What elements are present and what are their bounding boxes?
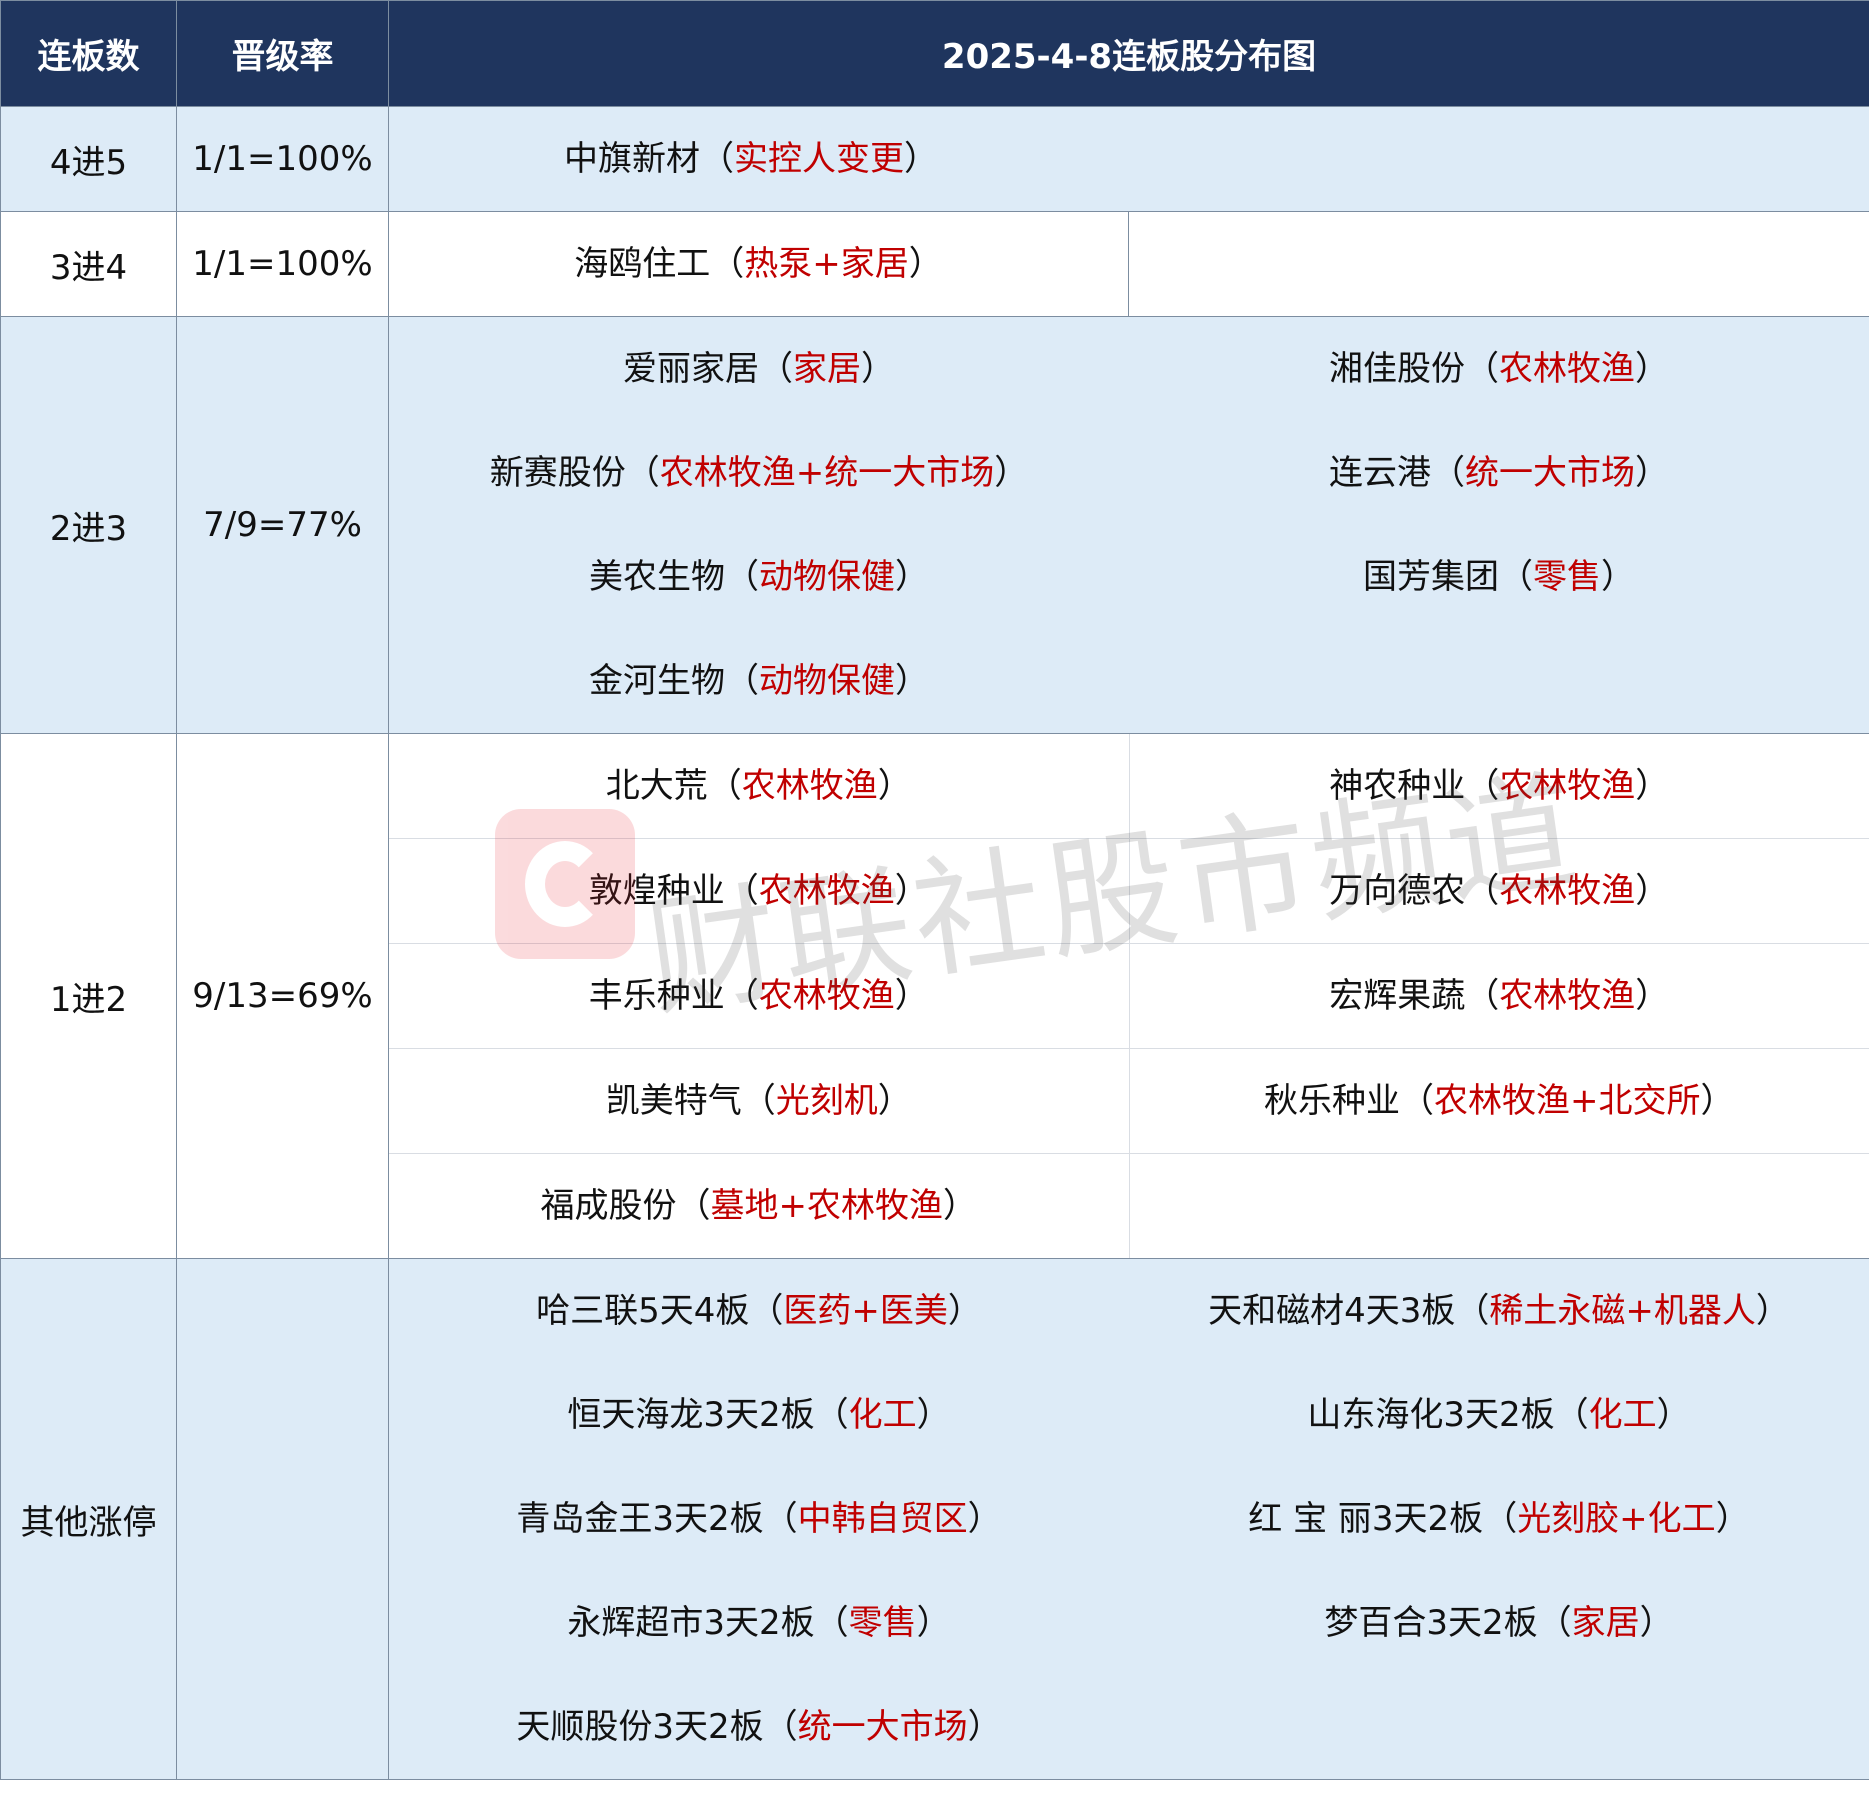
header-rate: 晋级率 xyxy=(176,0,389,107)
bracket-close: ） xyxy=(904,139,938,179)
stock-item: 红 宝 丽3天2板（光刻胶+化工） xyxy=(1248,1499,1750,1539)
bracket-open: （ xyxy=(700,139,734,179)
stock-item: 天和磁材4天3板（稀土永磁+机器人） xyxy=(1208,1291,1790,1331)
stock-item: 美农生物（动物保健） xyxy=(589,557,929,597)
stock-item: 国芳集团（零售） xyxy=(1363,557,1635,597)
stock-name: 中旗新材 xyxy=(564,139,700,179)
stock-item: 凯美特气（光刻机） xyxy=(605,1081,912,1121)
stock-item: 海鸥住工（热泵+家居） xyxy=(574,244,943,284)
stock-item: 爱丽家居（家居） xyxy=(623,349,895,389)
stock-item: 中旗新材（实控人变更） xyxy=(564,139,938,179)
stock-item: 恒天海龙3天2板（化工） xyxy=(567,1395,951,1435)
row-2to3: 2进3 7/9=77% 爱丽家居（家居） 新赛股份（农林牧渔+统一大市场） 美农… xyxy=(0,316,1869,734)
rate-cell: 1/1=100% xyxy=(176,211,389,317)
row-4to5: 4进5 1/1=100% 中旗新材（实控人变更） xyxy=(0,106,1869,212)
stock-item: 北大荒（农林牧渔） xyxy=(605,766,912,806)
level-cell: 1进2 xyxy=(0,733,177,1259)
stock-item: 福成股份（墓地+农林牧渔） xyxy=(540,1186,978,1226)
stock-item: 新赛股份（农林牧渔+统一大市场） xyxy=(489,453,1029,493)
limit-up-board-table: 连板数 晋级率 2025-4-8连板股分布图 4进5 1/1=100% 中旗新材… xyxy=(0,0,1869,1780)
stocks-cell: 哈三联5天4板（医药+医美） 恒天海龙3天2板（化工） 青岛金王3天2板（中韩自… xyxy=(387,1258,1869,1780)
header-level: 连板数 xyxy=(0,0,177,107)
level-cell: 4进5 xyxy=(0,106,177,212)
stock-item: 青岛金王3天2板（中韩自贸区） xyxy=(516,1499,1002,1539)
stocks-cell-left: 海鸥住工（热泵+家居） xyxy=(388,211,1129,317)
header-row: 连板数 晋级率 2025-4-8连板股分布图 xyxy=(0,0,1869,107)
row-1to2: 1进2 9/13=69% 北大荒（农林牧渔） 敦煌种业（农林牧渔） 丰乐种业（农… xyxy=(0,733,1869,1259)
stocks-cell-right xyxy=(1127,211,1869,317)
level-cell: 其他涨停 xyxy=(0,1258,177,1780)
level-cell: 2进3 xyxy=(0,316,177,734)
stock-item: 金河生物（动物保健） xyxy=(589,661,929,701)
stock-item: 哈三联5天4板（医药+医美） xyxy=(536,1291,982,1331)
stock-item: 宏辉果蔬（农林牧渔） xyxy=(1329,976,1670,1016)
stock-item: 湘佳股份（农林牧渔） xyxy=(1329,349,1669,389)
rate-cell: 1/1=100% xyxy=(176,106,389,212)
stock-tag: 实控人变更 xyxy=(734,139,904,179)
stock-item: 秋乐种业（农林牧渔+北交所） xyxy=(1264,1081,1735,1121)
stock-item: 连云港（统一大市场） xyxy=(1329,453,1669,493)
stock-item: 神农种业（农林牧渔） xyxy=(1329,766,1670,806)
stock-item: 敦煌种业（农林牧渔） xyxy=(588,871,929,911)
stock-item: 永辉超市3天2板（零售） xyxy=(567,1603,951,1643)
row-other: 其他涨停 哈三联5天4板（医药+医美） 恒天海龙3天2板（化工） 青岛金王3天2… xyxy=(0,1258,1869,1780)
rate-cell xyxy=(176,1258,389,1780)
stock-name: 海鸥住工 xyxy=(574,244,711,284)
rate-cell: 9/13=69% xyxy=(176,733,389,1259)
stock-item: 天顺股份3天2板（统一大市场） xyxy=(516,1707,1002,1747)
stock-tag: 热泵+家居 xyxy=(744,244,909,284)
stocks-cell: 爱丽家居（家居） 新赛股份（农林牧渔+统一大市场） 美农生物（动物保健） 金河生… xyxy=(387,316,1869,734)
rate-cell: 7/9=77% xyxy=(176,316,389,734)
stocks-cell: 中旗新材（实控人变更） xyxy=(387,106,1869,212)
stock-item: 山东海化3天2板（化工） xyxy=(1307,1395,1691,1435)
stock-item: 梦百合3天2板（家居） xyxy=(1324,1603,1674,1643)
level-cell: 3进4 xyxy=(0,211,177,317)
header-title: 2025-4-8连板股分布图 xyxy=(387,0,1869,107)
stock-item: 万向德农（农林牧渔） xyxy=(1329,871,1670,911)
stock-item: 丰乐种业（农林牧渔） xyxy=(588,976,929,1016)
row-3to4: 3进4 1/1=100% 海鸥住工（热泵+家居） xyxy=(0,211,1869,317)
stocks-cell: 北大荒（农林牧渔） 敦煌种业（农林牧渔） 丰乐种业（农林牧渔） 凯美特气（光刻机… xyxy=(387,733,1869,1259)
